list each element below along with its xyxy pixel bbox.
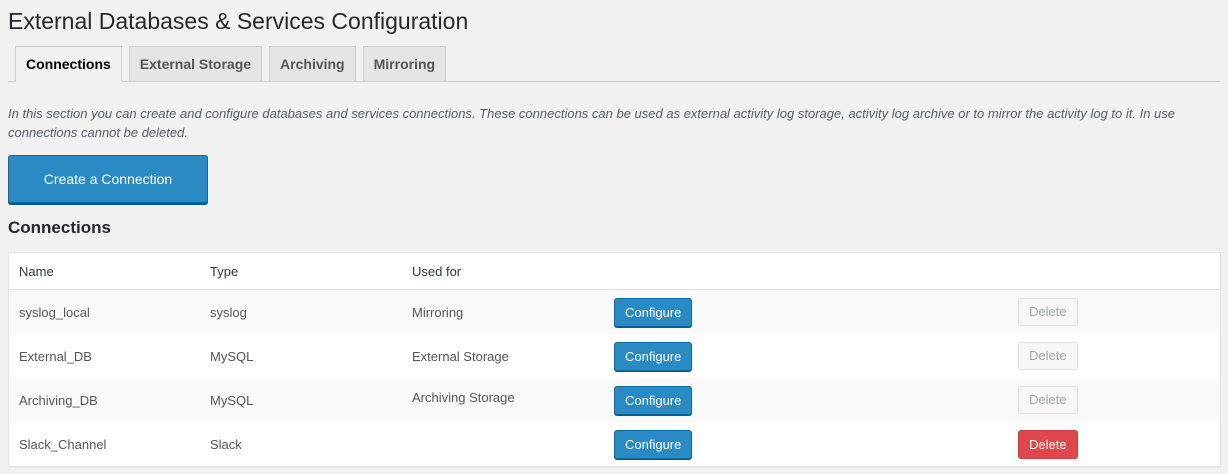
table-header: Name Type Used for <box>9 253 1220 290</box>
configure-button[interactable]: Configure <box>614 297 693 327</box>
section-description: In this section you can create and confi… <box>8 106 1176 140</box>
connection-name: syslog_local <box>19 304 90 320</box>
tab-archiving[interactable]: Archiving <box>269 46 356 81</box>
connection-used-for: Mirroring <box>412 304 464 320</box>
configure-cell: Configure <box>614 341 1018 371</box>
delete-button[interactable]: Delete <box>1018 429 1078 459</box>
table-row: syslog_local syslog Mirroring Configure … <box>9 290 1220 334</box>
connection-name: External_DB <box>19 348 92 364</box>
table-row: External_DB MySQL External Storage Confi… <box>9 334 1220 378</box>
connection-type: MySQL <box>210 348 254 364</box>
tab-mirroring[interactable]: Mirroring <box>362 46 447 81</box>
delete-cell: Delete <box>1018 342 1220 370</box>
connections-heading: Connections <box>8 218 111 237</box>
connection-name: Slack_Channel <box>19 436 107 452</box>
table-row: Slack_Channel Slack Configure Delete <box>9 422 1220 466</box>
connection-type: MySQL <box>210 392 254 408</box>
connection-used-for: Archiving Storage <box>412 389 515 405</box>
delete-cell: Delete <box>1018 429 1220 459</box>
column-header-name: Name <box>19 263 54 279</box>
connection-name: Archiving_DB <box>19 392 98 408</box>
connection-type: syslog <box>210 304 247 320</box>
delete-cell: Delete <box>1018 386 1220 414</box>
page: External Databases & Services Configurat… <box>0 0 1228 474</box>
configure-cell: Configure <box>614 385 1018 415</box>
connection-used-for: External Storage <box>412 348 509 364</box>
create-connection-button[interactable]: Create a Connection <box>8 155 208 203</box>
tab-external-storage[interactable]: External Storage <box>128 46 263 81</box>
delete-button: Delete <box>1018 386 1078 414</box>
table-row: Archiving_DB MySQL Archiving Storage Con… <box>9 378 1220 422</box>
configure-cell: Configure <box>614 429 1018 459</box>
page-title: External Databases & Services Configurat… <box>8 8 469 34</box>
configure-button[interactable]: Configure <box>614 429 693 459</box>
configure-button[interactable]: Configure <box>614 385 693 415</box>
configure-button[interactable]: Configure <box>614 341 693 371</box>
delete-button: Delete <box>1018 298 1078 326</box>
connection-type: Slack <box>210 436 242 452</box>
delete-cell: Delete <box>1018 298 1220 326</box>
delete-button: Delete <box>1018 342 1078 370</box>
connections-table: Name Type Used for syslog_local syslog M… <box>8 252 1221 467</box>
column-header-used-for: Used for <box>412 263 462 279</box>
tab-connections[interactable]: Connections <box>15 46 122 82</box>
tab-bar: Connections External Storage Archiving M… <box>8 46 1220 82</box>
column-header-type: Type <box>210 263 239 279</box>
configure-cell: Configure <box>614 297 1018 327</box>
